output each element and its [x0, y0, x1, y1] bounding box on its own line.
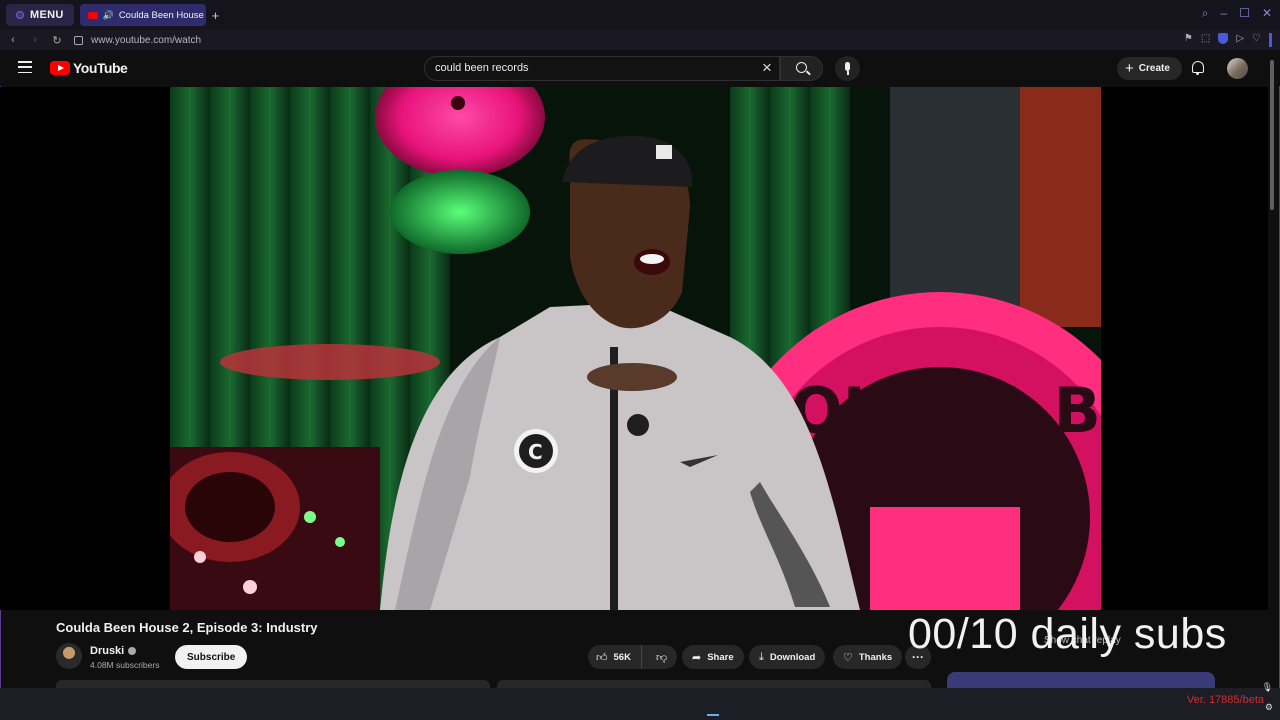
youtube-favicon-icon [87, 11, 98, 19]
window-controls: ⌕ – ☐ ✕ [1202, 6, 1272, 21]
chat-replay-panel[interactable] [947, 672, 1215, 688]
extension-icons: ⚑ ⬚ ▷ ♡ [1184, 33, 1272, 47]
search-input[interactable]: could been records [424, 56, 780, 81]
channel-name[interactable]: Druski [90, 645, 124, 657]
youtube-play-icon [50, 61, 70, 75]
share-label: Share [707, 651, 734, 663]
video-frame: OULDA BE C [170, 87, 1101, 610]
create-button[interactable]: + Create [1117, 57, 1182, 80]
thanks-button[interactable]: ♡ Thanks [833, 645, 903, 669]
description-card[interactable] [56, 680, 490, 688]
url-field[interactable]: www.youtube.com/watch [91, 35, 201, 46]
hamburger-menu-icon[interactable] [18, 61, 32, 73]
tray-settings-icon[interactable]: ⚙ [1265, 702, 1273, 713]
account-avatar[interactable] [1227, 58, 1248, 79]
tab-title: Coulda Been House 2, [118, 9, 206, 21]
thumbs-up-icon: 👍︎ [596, 651, 608, 664]
snapshot-icon[interactable]: ⬚ [1201, 33, 1210, 47]
neon-sign-text: OULDA BE [790, 374, 1101, 447]
brick-wall [1020, 87, 1101, 327]
browser-menu-button[interactable]: MENU [6, 4, 74, 26]
video-title: Coulda Been House 2, Episode 3: Industry [56, 620, 318, 635]
bookmark-icon[interactable]: ⚑ [1184, 33, 1193, 47]
search-button[interactable] [780, 56, 823, 81]
menu-label: MENU [30, 9, 64, 21]
close-icon[interactable]: ✕ [1262, 6, 1272, 21]
thumbs-down-icon: 👎︎ [655, 651, 668, 664]
heart-icon[interactable]: ♡ [1252, 33, 1261, 47]
play-icon[interactable]: ▷ [1236, 33, 1244, 47]
active-app-indicator [707, 714, 719, 716]
clear-search-icon[interactable]: × [762, 58, 772, 78]
new-tab-icon[interactable]: + [212, 8, 220, 23]
page-scrollbar[interactable] [1268, 52, 1276, 212]
tab-youtube[interactable]: 🔊 Coulda Been House 2, [79, 4, 206, 26]
search-tabs-icon[interactable]: ⌕ [1202, 6, 1209, 21]
heart-dollar-icon: ♡ [843, 651, 853, 664]
sidebar-toggle-icon[interactable] [1269, 33, 1272, 47]
subscriber-count: 4.08M subscribers [90, 660, 160, 670]
subscribe-button[interactable]: Subscribe [175, 645, 248, 669]
youtube-header: YouTube could been records × + Create [0, 50, 1280, 86]
dislike-button[interactable]: 👎︎ [648, 645, 677, 669]
speaker-icon[interactable]: 🔊 [103, 10, 114, 21]
back-icon[interactable]: ‹ [4, 34, 22, 46]
os-taskbar [0, 688, 1280, 720]
version-label: Ver. 17885/beta [1186, 694, 1264, 706]
thanks-label: Thanks [858, 651, 893, 663]
download-button[interactable]: ⤓ Download [749, 645, 826, 669]
hoodie-patch-letter: C [528, 440, 543, 464]
maximize-icon[interactable]: ☐ [1239, 6, 1250, 21]
youtube-logo-text: YouTube [73, 60, 128, 76]
address-bar: ‹ › ↻ www.youtube.com/watch ⚑ ⬚ ▷ ♡ [0, 30, 1280, 50]
voice-search-button[interactable] [835, 56, 860, 81]
forward-icon[interactable]: › [26, 34, 44, 46]
comment-card[interactable] [497, 680, 931, 688]
lock-icon [74, 35, 83, 45]
browser-tab-bar: MENU 🔊 Coulda Been House 2, + ⌕ – ☐ ✕ [0, 0, 1280, 30]
reload-icon[interactable]: ↻ [48, 34, 66, 47]
youtube-logo[interactable]: YouTube [50, 60, 128, 76]
verified-icon [128, 647, 137, 655]
create-label: Create [1138, 63, 1170, 74]
share-button[interactable]: ➦ Share [682, 645, 744, 669]
tray-mic-icon[interactable]: 🎙︎ [1262, 682, 1273, 693]
minimize-icon[interactable]: – [1220, 6, 1227, 21]
bell-icon[interactable] [1192, 61, 1204, 75]
share-icon: ➦ [692, 651, 702, 664]
like-dislike-group: 👍︎ 56K 👎︎ [588, 645, 678, 669]
daily-subs-overlay: 00/10 daily subs [908, 610, 1227, 658]
channel-name-row[interactable]: Druski [90, 645, 137, 657]
download-label: Download [769, 651, 816, 663]
like-count: 56K [613, 651, 631, 663]
video-player[interactable]: OULDA BE C [170, 87, 1101, 610]
opera-logo-icon [16, 11, 24, 19]
like-button[interactable]: 👍︎ 56K [588, 645, 642, 669]
download-icon: ⤓ [759, 650, 764, 663]
channel-avatar[interactable] [56, 643, 82, 669]
shield-icon[interactable] [1218, 33, 1229, 44]
plus-icon: + [1125, 60, 1134, 77]
wall-panel [890, 87, 1020, 307]
